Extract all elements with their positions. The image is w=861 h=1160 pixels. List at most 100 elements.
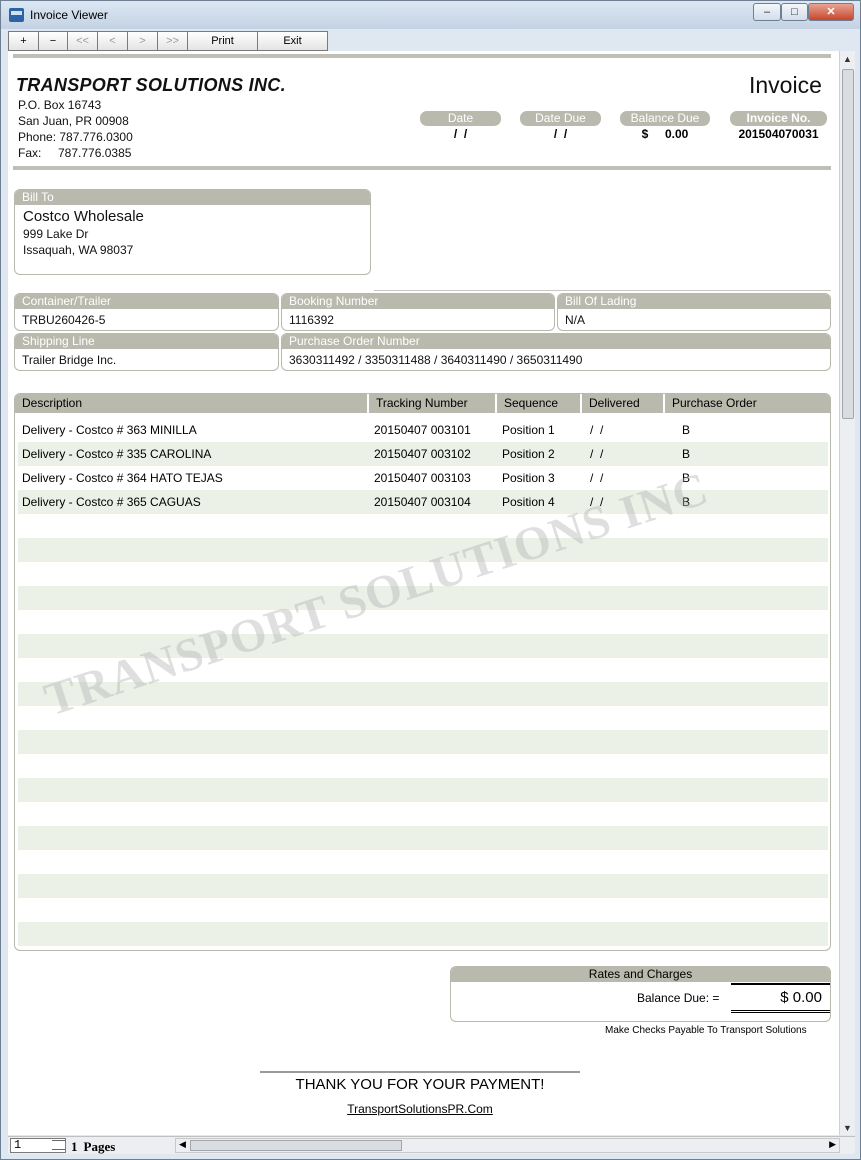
rates-balance-label: Balance Due: = (637, 991, 720, 1005)
website-link[interactable]: TransportSolutionsPR.Com (260, 1102, 580, 1116)
invoice-viewer-window: Invoice Viewer – □ ✕ + − << < > >> Print… (0, 0, 861, 1160)
bill-of-lading-value: N/A (565, 313, 586, 327)
vertical-scroll-thumb[interactable] (842, 69, 854, 419)
col-tracking-number: Tracking Number (367, 394, 495, 413)
exit-button[interactable]: Exit (257, 31, 328, 51)
bill-to-label: Bill To (15, 190, 370, 205)
invoice-number-label: Invoice No. (730, 111, 827, 126)
bill-to-name: Costco Wholesale (23, 208, 144, 225)
bill-of-lading-box: Bill Of Lading N/A (557, 293, 831, 331)
rates-label: Rates and Charges (451, 967, 830, 982)
booking-box: Booking Number 1116392 (281, 293, 555, 331)
zoom-in-button[interactable]: + (8, 31, 39, 51)
invoice-title: Invoice (749, 72, 822, 98)
footer-divider (260, 1071, 580, 1073)
page-count: 1 Pages (71, 1139, 121, 1155)
window-title: Invoice Viewer (30, 8, 108, 22)
cell-tracking: 20150407 003101 (374, 423, 471, 437)
rates-and-charges-box: Rates and Charges Balance Due: = $ 0.00 (450, 966, 831, 1022)
scroll-up-icon[interactable]: ▲ (843, 54, 852, 64)
container-label: Container/Trailer (15, 294, 278, 309)
close-button[interactable]: ✕ (808, 3, 854, 21)
company-city: San Juan, PR 00908 (18, 114, 129, 128)
empty-row (18, 778, 828, 802)
last-page-button[interactable]: >> (157, 31, 188, 51)
horizontal-scroll-thumb[interactable] (190, 1140, 402, 1151)
cell-delivered: / / (590, 423, 604, 437)
bill-to-city: Issaquah, WA 98037 (23, 243, 134, 257)
header-divider (13, 166, 831, 170)
cell-delivered: / / (590, 447, 604, 461)
invoice-page: TRANSPORT SOLUTIONS INC. P.O. Box 16743 … (8, 51, 839, 1135)
col-purchase-order: Purchase Order (663, 394, 830, 413)
table-row: Delivery - Costco # 335 CAROLINA 2015040… (18, 442, 828, 466)
empty-row (18, 826, 828, 850)
shipping-line-box: Shipping Line Trailer Bridge Inc. (14, 333, 279, 371)
cell-tracking: 20150407 003102 (374, 447, 471, 461)
next-page-button[interactable]: > (127, 31, 158, 51)
cell-sequence: Position 1 (502, 423, 555, 437)
vertical-scrollbar[interactable]: ▲ ▼ (839, 51, 855, 1135)
top-divider (13, 54, 831, 58)
rates-balance-value: $ 0.00 (731, 983, 830, 1013)
cell-sequence: Position 4 (502, 495, 555, 509)
invoice-number-value: 201504070031 (738, 127, 819, 141)
horizontal-scrollbar[interactable]: ◀ ▶ (175, 1138, 840, 1153)
cell-sequence: Position 3 (502, 471, 555, 485)
company-name: TRANSPORT SOLUTIONS INC. (16, 75, 286, 95)
cell-sequence: Position 2 (502, 447, 555, 461)
minimize-button[interactable]: – (753, 3, 781, 21)
container-box: Container/Trailer TRBU260426-5 (14, 293, 279, 331)
empty-row (18, 730, 828, 754)
shipping-line-value: Trailer Bridge Inc. (22, 353, 117, 367)
booking-label: Booking Number (282, 294, 554, 309)
title-bar[interactable]: Invoice Viewer – □ ✕ (1, 1, 860, 29)
page-count-value: 1 (71, 1139, 78, 1154)
cell-delivered: / / (590, 471, 604, 485)
bill-to-box: Bill To Costco Wholesale 999 Lake Dr Iss… (14, 189, 371, 275)
maximize-button[interactable]: □ (781, 3, 808, 21)
cell-purchase-order: B (682, 447, 691, 461)
date-due-label: Date Due (520, 111, 601, 126)
page-count-word: Pages (83, 1139, 116, 1154)
bill-of-lading-label: Bill Of Lading (558, 294, 830, 309)
print-button[interactable]: Print (187, 31, 258, 51)
section-divider (374, 290, 831, 291)
empty-row (18, 874, 828, 898)
shipping-line-label: Shipping Line (15, 334, 278, 349)
first-page-button[interactable]: << (67, 31, 98, 51)
table-row: Delivery - Costco # 363 MINILLA 20150407… (18, 418, 828, 442)
cell-description: Delivery - Costco # 364 HATO TEJAS (22, 471, 223, 485)
empty-row (18, 922, 828, 946)
cell-description: Delivery - Costco # 363 MINILLA (22, 423, 197, 437)
date-due-value: / / (553, 127, 568, 141)
booking-value: 1116392 (289, 313, 334, 327)
status-bar: 1 1 Pages ◀ ▶ (8, 1136, 855, 1154)
purchase-order-label: Purchase Order Number (282, 334, 830, 349)
scroll-right-icon[interactable]: ▶ (829, 1139, 836, 1150)
zoom-out-button[interactable]: − (38, 31, 68, 51)
truck-app-icon (9, 8, 24, 22)
cell-description: Delivery - Costco # 335 CAROLINA (22, 447, 212, 461)
page-spinner-icon[interactable] (52, 1140, 65, 1150)
purchase-order-box: Purchase Order Number 3630311492 / 33503… (281, 333, 831, 371)
scroll-left-icon[interactable]: ◀ (179, 1139, 186, 1150)
payable-note: Make Checks Payable To Transport Solutio… (605, 1025, 807, 1036)
previous-page-button[interactable]: < (97, 31, 128, 51)
scroll-down-icon[interactable]: ▼ (843, 1123, 852, 1133)
date-value: / / (453, 127, 468, 141)
bill-to-street: 999 Lake Dr (23, 227, 89, 241)
col-delivered: Delivered (580, 394, 663, 413)
col-description: Description (22, 396, 83, 410)
toolbar: + − << < > >> Print Exit (8, 31, 328, 51)
balance-due-label: Balance Due (620, 111, 710, 126)
col-sequence: Sequence (495, 394, 580, 413)
thank-you-message: THANK YOU FOR YOUR PAYMENT! (295, 1076, 545, 1093)
cell-purchase-order: B (682, 423, 691, 437)
minimize-icon: – (763, 6, 771, 18)
company-fax: Fax: 787.776.0385 (18, 146, 132, 160)
balance-due-value: $ 0.00 (641, 127, 689, 141)
date-label: Date (420, 111, 501, 126)
company-phone: Phone: 787.776.0300 (18, 130, 133, 144)
cell-description: Delivery - Costco # 365 CAGUAS (22, 495, 201, 509)
